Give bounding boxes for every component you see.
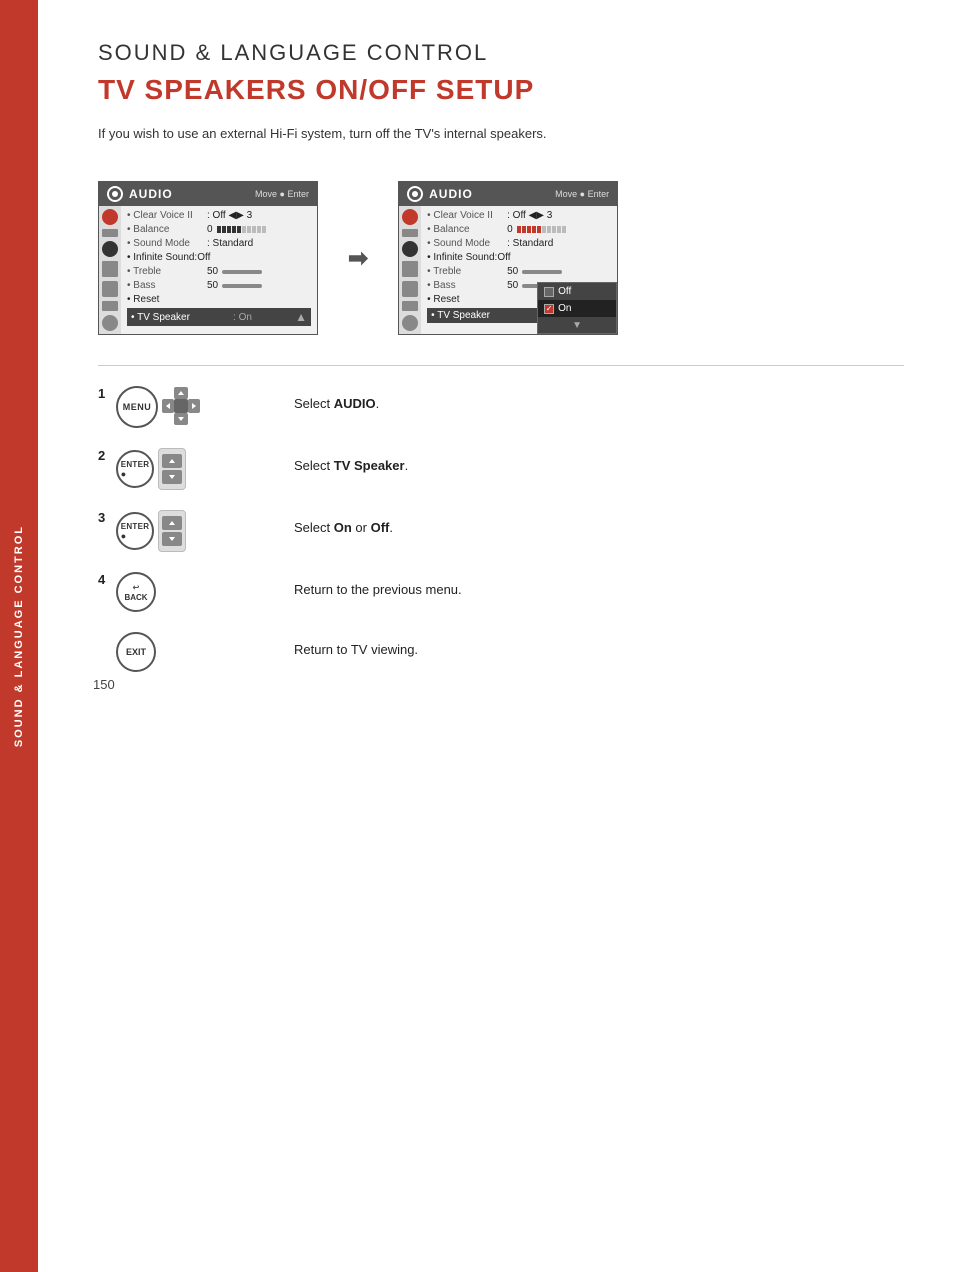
scroll-down-indicator: ▼ [538, 317, 616, 333]
panels-container: AUDIO Move ● Enter • Clear Voice II [98, 181, 904, 335]
page-title: TV SPEAKERS ON/OFF SETUP [98, 74, 904, 106]
dropdown-off-label: Off [558, 286, 571, 297]
sidebar-label: SOUND & LANGUAGE CONTROL [13, 525, 25, 747]
panel2-row-infinitesound: • Infinite Sound:Off [427, 252, 611, 263]
p2-icon-box2 [402, 281, 418, 297]
step2-text: Select TV Speaker. [294, 448, 408, 473]
icon-box2 [102, 281, 118, 297]
icon-circle [102, 209, 118, 225]
p2-icon-box1 [402, 261, 418, 277]
nav-center-1 [174, 399, 188, 413]
panel2-row-treble: • Treble 50 [427, 266, 611, 277]
panel1-row-soundmode: • Sound Mode : Standard [127, 238, 311, 249]
panel1-controls: Move ● Enter [255, 189, 309, 199]
step-2: 2 ENTER● Select TV Speaker. [98, 448, 904, 490]
page-number: 150 [93, 677, 115, 692]
step4-text: Return to the previous menu. [294, 572, 462, 597]
step-1: 1 MENU Select AUDIO. [98, 386, 904, 428]
dropdown-item-on: ✓ On [538, 300, 616, 317]
panel1-row-reset: • Reset [127, 294, 311, 305]
back-button[interactable]: ↩ BACK [116, 572, 156, 612]
ud-nav-2 [158, 448, 186, 490]
panel2-row-clearvoice: • Clear Voice II : Off ◀▶ 3 [427, 210, 611, 221]
step1-num: 1 [98, 386, 110, 401]
arrow-indicator: ➡ [348, 244, 368, 273]
panel2-row-balance: • Balance 0 [427, 224, 611, 235]
checkbox-on: ✓ [544, 304, 554, 314]
panel1-title: AUDIO [129, 187, 173, 201]
nav-cross-1 [162, 387, 202, 427]
step2-num: 2 [98, 448, 110, 463]
tv-speaker-dropdown: Off ✓ On ▼ [537, 282, 617, 334]
p2-icon-rect [402, 229, 418, 237]
panel2-header: AUDIO Move ● Enter [399, 182, 617, 206]
nav-down-1[interactable] [174, 413, 188, 425]
step-5: 5 EXIT Return to TV viewing. [98, 632, 904, 672]
description: If you wish to use an external Hi-Fi sys… [98, 126, 904, 141]
nav-right-1[interactable] [188, 399, 200, 413]
step3-num: 3 [98, 510, 110, 525]
enter-button-2[interactable]: ENTER● [116, 450, 154, 488]
step5-text: Return to TV viewing. [294, 632, 418, 657]
icon-box3 [102, 301, 118, 311]
main-content: SOUND & LANGUAGE CONTROL TV SPEAKERS ON/… [38, 0, 954, 712]
step-3: 3 ENTER● Select On or Off. [98, 510, 904, 552]
panel1-left-icons [99, 206, 121, 334]
panel1-header: AUDIO Move ● Enter [99, 182, 317, 206]
panel1-row-tvspeaker: • TV Speaker : On ▲ [127, 308, 311, 326]
panel2-icon [407, 186, 423, 202]
p2-icon-circle [402, 209, 418, 225]
p2-icon-box3 [402, 301, 418, 311]
sidebar: SOUND & LANGUAGE CONTROL [0, 0, 38, 1272]
steps-container: 1 MENU Select AUDIO. [98, 386, 904, 672]
ud-up-2[interactable] [162, 454, 182, 468]
panel2-row-soundmode: • Sound Mode : Standard [427, 238, 611, 249]
panel1-row-treble: • Treble 50 [127, 266, 311, 277]
panel2-controls: Move ● Enter [555, 189, 609, 199]
icon-gear [102, 241, 118, 257]
nav-left-1[interactable] [162, 399, 174, 413]
dropdown-on-label: On [558, 303, 571, 314]
ud-down-2[interactable] [162, 470, 182, 484]
panel2-left-icons [399, 206, 421, 334]
panel1-row-balance: • Balance 0 [127, 224, 311, 235]
panel1-icon [107, 186, 123, 202]
ud-nav-3 [158, 510, 186, 552]
step3-text: Select On or Off. [294, 510, 393, 535]
icon-box1 [102, 261, 118, 277]
step1-text: Select AUDIO. [294, 386, 379, 411]
icon-circle2 [102, 315, 118, 331]
ud-up-3[interactable] [162, 516, 182, 530]
menu-button[interactable]: MENU [116, 386, 158, 428]
exit-button[interactable]: EXIT [116, 632, 156, 672]
panel1-row-bass: • Bass 50 [127, 280, 311, 291]
audio-panel-1: AUDIO Move ● Enter • Clear Voice II [98, 181, 318, 335]
ud-down-3[interactable] [162, 532, 182, 546]
nav-up-1[interactable] [174, 387, 188, 399]
step4-num: 4 [98, 572, 110, 587]
checkbox-off [544, 287, 554, 297]
dropdown-item-off: Off [538, 283, 616, 300]
section-divider [98, 365, 904, 366]
audio-panel-2: AUDIO Move ● Enter • Clear Voice II [398, 181, 618, 335]
panel2-title: AUDIO [429, 187, 473, 201]
step-4: 4 ↩ BACK Return to the previous menu. [98, 572, 904, 612]
enter-button-3[interactable]: ENTER● [116, 512, 154, 550]
section-title: SOUND & LANGUAGE CONTROL [98, 40, 904, 66]
panel1-row-infinitesound: • Infinite Sound:Off [127, 252, 311, 263]
p2-icon-circle2 [402, 315, 418, 331]
p2-icon-gear [402, 241, 418, 257]
panel1-row-clearvoice: • Clear Voice II : Off ◀▶ 3 [127, 210, 311, 221]
icon-rect [102, 229, 118, 237]
